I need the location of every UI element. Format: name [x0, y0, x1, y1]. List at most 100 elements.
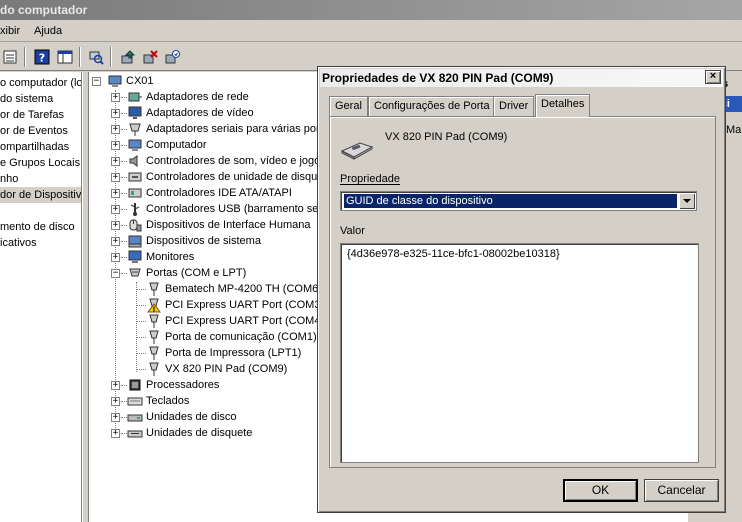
serial-adapter-icon	[127, 121, 143, 137]
tree-category[interactable]: Processadores	[127, 377, 219, 393]
tree-item-label: Porta de comunicação (COM1)	[165, 331, 317, 343]
expand-toggle[interactable]: +	[111, 109, 120, 118]
expand-toggle[interactable]: +	[111, 413, 120, 422]
console-tree-item[interactable]: do sistema	[0, 91, 53, 107]
tree-item-label: Dispositivos de Interface Humana	[146, 219, 311, 231]
menu-item-ajuda[interactable]: Ajuda	[34, 20, 62, 42]
actions-more[interactable]: Mais	[726, 124, 742, 136]
scan-hardware-icon	[89, 51, 104, 65]
expand-toggle[interactable]: +	[111, 141, 120, 150]
tree-category[interactable]: Controladores de unidade de disque	[127, 169, 323, 185]
tree-category[interactable]: Controladores USB (barramento ser	[127, 201, 322, 217]
svg-text:?: ?	[39, 52, 45, 65]
tree-device[interactable]: Bematech MP-4200 TH (COM6)	[146, 281, 322, 297]
console-tree-item[interactable]: e Grupos Locais	[0, 155, 80, 171]
tree-category[interactable]: Dispositivos de sistema	[127, 233, 261, 249]
menu-bar: xibir Ajuda	[0, 20, 742, 42]
tree-item-label: Teclados	[146, 395, 190, 407]
window-title: do computador	[0, 3, 88, 17]
tree-device[interactable]: PCI Express UART Port (COM4)	[146, 313, 324, 329]
expand-toggle[interactable]: +	[111, 253, 120, 262]
cancel-button[interactable]: Cancelar	[644, 479, 719, 502]
console-tree-item[interactable]: o computador (lo	[0, 75, 81, 91]
expand-toggle[interactable]: +	[111, 125, 120, 134]
menu-item-exibir[interactable]: xibir	[0, 20, 20, 42]
ide-controller-icon	[127, 185, 143, 201]
expand-toggle[interactable]: +	[111, 221, 120, 230]
expand-toggle[interactable]: +	[111, 93, 120, 102]
tree-category[interactable]: Computador	[127, 137, 207, 153]
ok-button[interactable]: OK	[563, 479, 638, 502]
expand-toggle[interactable]: +	[111, 381, 120, 390]
tree-item-label: Dispositivos de sistema	[146, 235, 261, 247]
tree-category[interactable]: Controladores IDE ATA/ATAPI	[127, 185, 292, 201]
value-label: Valor	[340, 225, 365, 237]
tree-device[interactable]: Porta de Impressora (LPT1)	[146, 345, 301, 361]
toolbar-separator	[24, 47, 26, 67]
close-button[interactable]: ×	[705, 70, 721, 84]
console-tree-item[interactable]: icativos	[0, 235, 37, 251]
tree-item-label: Unidades de disquete	[146, 427, 253, 439]
tree-item-label: Controladores de unidade de disque	[146, 171, 324, 183]
expand-toggle[interactable]: +	[111, 205, 120, 214]
tree-category[interactable]: Dispositivos de Interface Humana	[127, 217, 310, 233]
collapse-toggle[interactable]: −	[111, 269, 120, 278]
console-tree-item[interactable]: ompartilhadas	[0, 139, 69, 155]
scan-hardware-button[interactable]	[86, 47, 106, 67]
console-tree-item[interactable]: mento de disco	[0, 219, 75, 235]
expand-toggle[interactable]: +	[111, 189, 120, 198]
tree-line	[136, 369, 146, 370]
svg-text:!: !	[152, 306, 155, 314]
tree-category[interactable]: Unidades de disco	[127, 409, 237, 425]
tree-line	[136, 282, 137, 372]
tab-configuracoes-de-porta[interactable]: Configurações de Porta	[368, 96, 496, 116]
console-tree-item[interactable]: or de Tarefas	[0, 107, 64, 123]
dialog-title-bar: Propriedades de VX 820 PIN Pad (COM9) ×	[320, 69, 723, 87]
usb-icon	[127, 201, 143, 217]
tree-category[interactable]: Teclados	[127, 393, 189, 409]
tree-category[interactable]: Controladores de som, vídeo e jogo	[127, 153, 320, 169]
tab-driver[interactable]: Driver	[493, 96, 535, 116]
tree-device[interactable]: ! PCI Express UART Port (COM3)	[146, 297, 324, 313]
dropdown-button[interactable]	[679, 193, 695, 209]
help-icon: ?	[34, 49, 50, 65]
expand-toggle[interactable]: +	[111, 157, 120, 166]
tree-root[interactable]: CX01	[107, 73, 154, 89]
tab-geral[interactable]: Geral	[329, 96, 368, 116]
properties-list-button[interactable]	[0, 47, 20, 67]
tree-item-label: VX 820 PIN Pad (COM9)	[165, 363, 288, 375]
sound-icon	[127, 153, 143, 169]
tree-category[interactable]: Portas (COM e LPT)	[127, 265, 246, 281]
tree-item-label: PCI Express UART Port (COM3)	[165, 299, 325, 311]
tree-device[interactable]: Porta de comunicação (COM1)	[146, 329, 317, 345]
console-tree-item[interactable]: or de Eventos	[0, 123, 68, 139]
expand-toggle[interactable]: +	[111, 237, 120, 246]
tree-line	[136, 353, 146, 354]
disable-device-button[interactable]	[162, 47, 182, 67]
show-hide-tree-button[interactable]	[55, 47, 75, 67]
help-button[interactable]: ?	[32, 47, 52, 67]
property-select[interactable]: GUID de classe do dispositivo	[340, 191, 697, 211]
tree-device[interactable]: VX 820 PIN Pad (COM9)	[146, 361, 287, 377]
port-icon	[127, 265, 143, 281]
tab-detalhes[interactable]: Detalhes	[535, 94, 591, 117]
expand-toggle[interactable]: +	[111, 397, 120, 406]
floppy-drive-icon	[127, 425, 143, 441]
console-tree-item[interactable]: nho	[0, 171, 18, 187]
tree-category[interactable]: Monitores	[127, 249, 194, 265]
toolbar-separator	[110, 47, 112, 67]
uninstall-button[interactable]	[140, 47, 160, 67]
tree-category[interactable]: Adaptadores de rede	[127, 89, 249, 105]
value-list[interactable]: {4d36e978-e325-11ce-bfc1-08002be10318}	[340, 243, 699, 463]
tree-category[interactable]: Unidades de disquete	[127, 425, 252, 441]
update-driver-button[interactable]	[118, 47, 138, 67]
expand-toggle[interactable]: +	[111, 173, 120, 182]
tree-item-label: Adaptadores de vídeo	[146, 107, 254, 119]
collapse-root-toggle[interactable]: −	[92, 77, 101, 86]
value-item[interactable]: {4d36e978-e325-11ce-bfc1-08002be10318}	[347, 248, 560, 260]
tree-category[interactable]: Adaptadores seriais para várias por	[127, 121, 320, 137]
tree-category[interactable]: Adaptadores de vídeo	[127, 105, 254, 121]
expand-toggle[interactable]: +	[111, 429, 120, 438]
device-icon	[340, 137, 374, 164]
console-tree-item-device-manager[interactable]: dor de Dispositivo	[0, 187, 81, 203]
